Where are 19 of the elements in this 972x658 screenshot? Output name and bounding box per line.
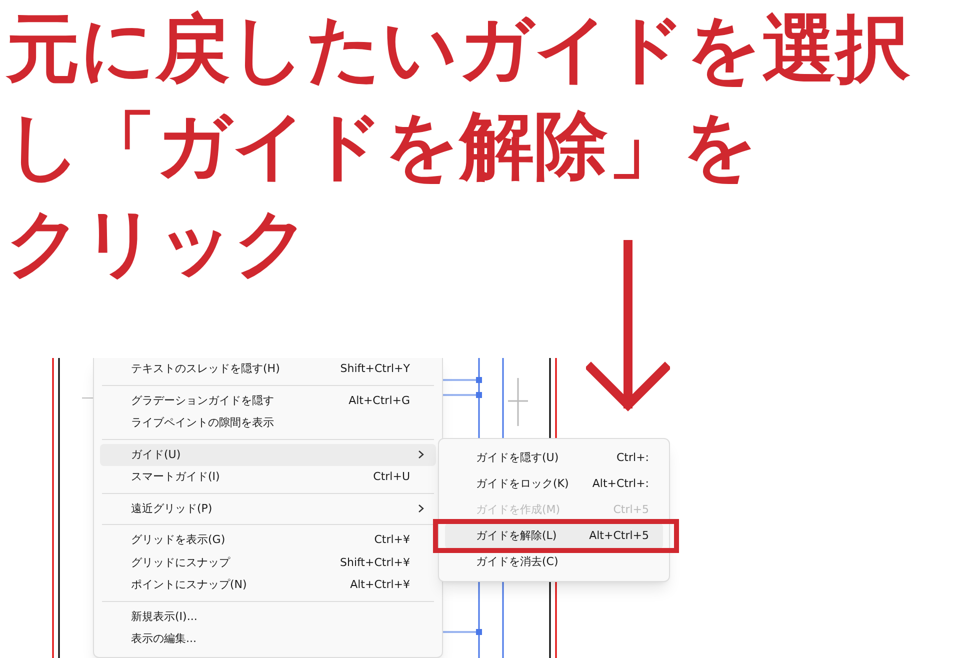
menu-item[interactable]: グラデーションガイドを隠す Alt+Ctrl+G: [100, 390, 436, 412]
menu-item[interactable]: ライブペイントの隙間を表示: [100, 412, 436, 434]
instruction-heading: 元に戻したいガイドを選択: [6, 6, 910, 92]
menu-item[interactable]: ガイドをロック(K) Alt+Ctrl+:: [445, 471, 663, 497]
menu-item[interactable]: ガイドを消去(C): [445, 549, 663, 575]
menu-item[interactable]: グリッドにスナップ Shift+Ctrl+¥: [100, 552, 436, 574]
menu-item[interactable]: 表示の編集...: [100, 628, 436, 650]
menu-item[interactable]: ポイントにスナップ(N) Alt+Ctrl+¥: [100, 574, 436, 596]
instruction-heading: クリック: [6, 200, 311, 286]
down-arrow-icon: [586, 240, 670, 412]
menu-item[interactable]: スマートガイド(I) Ctrl+U: [100, 466, 436, 488]
menu-item[interactable]: ガイド(U): [100, 444, 436, 466]
menu-item[interactable]: 遠近グリッド(P): [100, 498, 436, 520]
instruction-heading: し「ガイドを解除」を: [6, 103, 759, 189]
menu-item[interactable]: ガイドを隠す(U) Ctrl+:: [445, 445, 663, 471]
menu-item[interactable]: 新規表示(I)...: [100, 606, 436, 628]
menu-item[interactable]: テキストのスレッドを隠す(H) Shift+Ctrl+Y: [100, 358, 436, 380]
menu-item[interactable]: グリッドを表示(G) Ctrl+¥: [100, 529, 436, 552]
menu-item[interactable]: ガイドを解除(L) Alt+Ctrl+5: [445, 523, 663, 549]
